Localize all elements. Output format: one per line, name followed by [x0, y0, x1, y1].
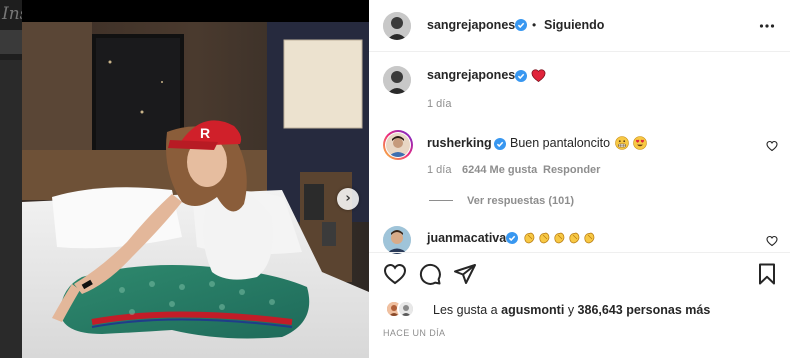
comment-body: sangrejaponesa — [427, 68, 522, 82]
commenter-avatar[interactable] — [383, 66, 411, 94]
svg-text:R: R — [200, 125, 210, 141]
likes-prefix: Les gusta a — [433, 303, 498, 317]
author-avatar[interactable] — [383, 12, 411, 40]
commenter-username[interactable]: juanmacativa — [427, 231, 506, 245]
comment-like-heart-icon[interactable] — [766, 235, 778, 247]
verified-badge-icon — [494, 138, 506, 150]
comment-like-heart-icon[interactable] — [766, 140, 778, 152]
verified-badge-icon — [506, 232, 518, 244]
comment-text-content: Buen pantaloncito — [510, 136, 611, 150]
comment-time: 1 día — [427, 98, 452, 110]
heart-icon[interactable] — [383, 262, 407, 286]
commenter-avatar-story-ring[interactable] — [383, 130, 413, 160]
next-photo-button[interactable]: › — [337, 188, 359, 210]
comment-time: 1 día — [427, 164, 452, 176]
clapping-hands-emoji-icon — [537, 231, 551, 245]
clapping-emojis — [521, 229, 596, 247]
verified-badge-icon — [515, 70, 527, 82]
comment-text: Buen pantaloncito — [510, 136, 647, 150]
comment-icon[interactable] — [418, 262, 442, 286]
comment-body: rusherking — [427, 136, 492, 150]
following-button[interactable]: Siguiendo — [544, 18, 604, 32]
post-timestamp: HACE UN DÍA — [383, 328, 446, 338]
clapping-hands-emoji-icon — [567, 231, 581, 245]
actions-divider — [369, 252, 790, 253]
background-content — [0, 60, 22, 358]
liker-avatar — [397, 300, 415, 318]
likes-text[interactable]: Les gusta a agusmonti y 386,643 personas… — [433, 303, 710, 317]
replies-divider-line — [429, 200, 453, 201]
likes-summary: Les gusta a agusmonti y 386,643 personas… — [383, 300, 783, 320]
grimacing-face-emoji-icon — [614, 136, 629, 150]
author-username[interactable]: sangrejaponesa — [427, 18, 522, 32]
post-header: sangrejaponesa • Siguiendo — [369, 0, 790, 52]
commenter-username[interactable]: rusherking — [427, 136, 492, 150]
background-logo-fragment: Ins — [2, 4, 22, 24]
commenter-username[interactable]: sangrejaponesa — [427, 68, 522, 82]
likes-count[interactable]: 386,643 personas más — [578, 303, 711, 317]
background-block — [0, 30, 22, 54]
commenter-avatar[interactable] — [383, 226, 411, 254]
post-side-panel: sangrejaponesa • Siguiendo sangrejapones… — [369, 0, 790, 358]
chevron-right-icon: › — [345, 191, 351, 206]
heart-eyes-face-emoji-icon — [633, 136, 647, 150]
clapping-hands-emoji-icon — [552, 231, 566, 245]
clapping-hands-emoji-icon — [522, 231, 536, 245]
post-photo[interactable]: R — [22, 22, 369, 358]
liker-username[interactable]: agusmonti — [501, 303, 564, 317]
bookmark-icon[interactable] — [755, 262, 779, 286]
likes-connector: y — [567, 303, 575, 317]
comment-likes-count[interactable]: 6244 Me gusta — [462, 164, 537, 176]
more-horizontal-icon[interactable] — [759, 18, 775, 34]
post-image: R — [22, 22, 369, 358]
verified-badge-icon — [515, 19, 527, 31]
red-heart-emoji-icon — [531, 69, 546, 83]
instagram-post-modal: Ins — [0, 0, 790, 358]
clapping-hands-emoji-icon — [582, 231, 596, 245]
reply-button[interactable]: Responder — [543, 164, 600, 176]
comment-body: juanmacativa — [427, 231, 506, 245]
background-page: Ins — [0, 0, 22, 358]
header-separator: • — [532, 18, 537, 32]
view-replies-button[interactable]: Ver respuestas (101) — [467, 195, 574, 207]
share-icon[interactable] — [453, 262, 477, 286]
